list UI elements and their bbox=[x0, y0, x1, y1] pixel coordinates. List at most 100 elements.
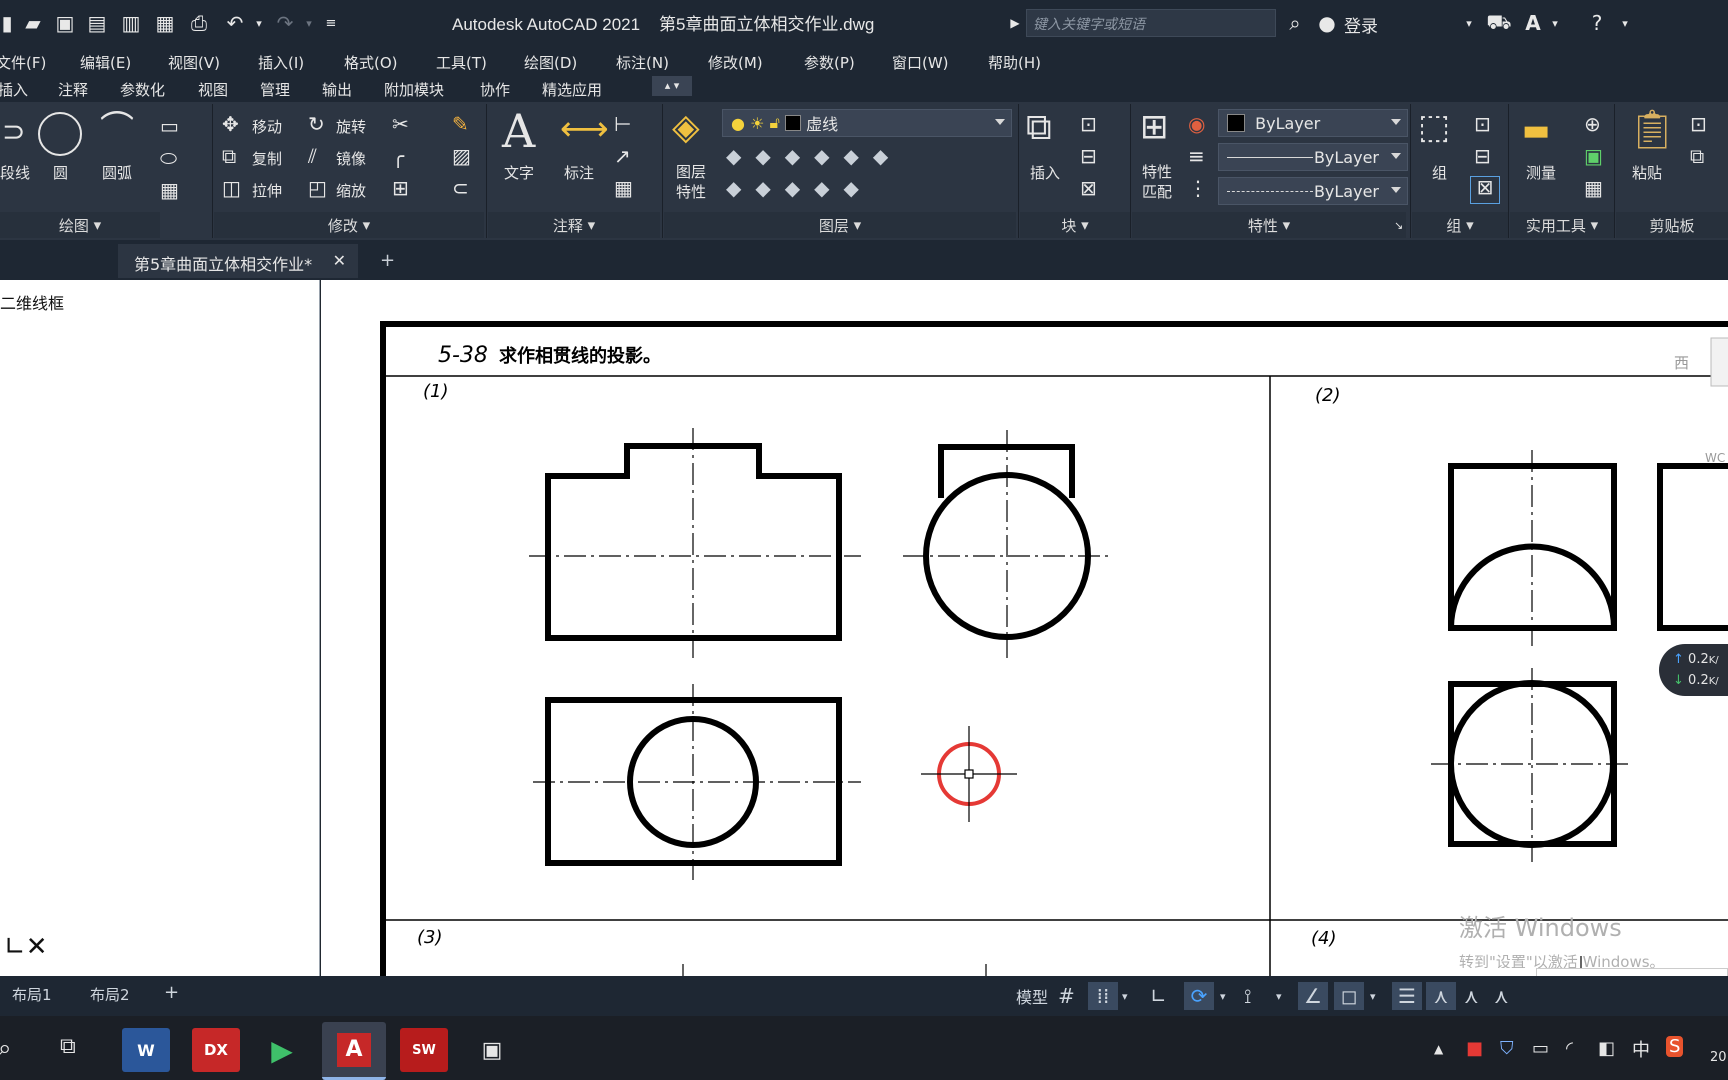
menu-help[interactable]: 帮助(H) bbox=[988, 52, 1041, 73]
isodraft-icon[interactable]: ⟟ bbox=[1244, 982, 1251, 1010]
viewcube-compass-label[interactable]: 西 bbox=[1674, 354, 1689, 372]
dimension-label[interactable]: 标注 bbox=[564, 162, 594, 183]
dimension-icon[interactable]: ⟷ bbox=[560, 112, 609, 146]
snap-icon[interactable]: ⁞⁞ bbox=[1088, 982, 1118, 1010]
help-icon[interactable]: ? bbox=[1582, 8, 1612, 38]
mirror-label[interactable]: 镜像 bbox=[336, 148, 366, 169]
stretch-label[interactable]: 拉伸 bbox=[252, 180, 282, 201]
tray-expand-icon[interactable]: ▲ bbox=[1434, 1042, 1443, 1056]
cart-icon[interactable]: ⛟ bbox=[1484, 8, 1514, 38]
tab-annotate[interactable]: 注释 bbox=[58, 79, 88, 100]
linetype-icon[interactable]: ⋮ bbox=[1188, 178, 1208, 198]
tab-output[interactable]: 输出 bbox=[322, 79, 352, 100]
arc-tool-icon[interactable]: ⌒ bbox=[100, 112, 134, 146]
text-tool-icon[interactable]: A bbox=[502, 108, 535, 154]
tab-insert[interactable]: 插入 bbox=[0, 79, 28, 100]
rotate-label[interactable]: 旋转 bbox=[336, 116, 366, 137]
tray-clock[interactable]: 20 bbox=[1710, 1050, 1727, 1065]
modify-panel-footer[interactable]: 修改 ▾ bbox=[214, 212, 484, 238]
object-snap-tracking-icon[interactable]: ∠ bbox=[1298, 982, 1328, 1010]
ribbon-minimize-button[interactable]: ▴ ▾ bbox=[652, 76, 692, 96]
lineweight-display-icon[interactable]: ☰ bbox=[1392, 982, 1422, 1010]
layer-dropdown[interactable]: ● ☀ 🔓︎ 虚线 bbox=[722, 109, 1012, 137]
menu-view[interactable]: 视图(V) bbox=[168, 52, 220, 73]
network-speed-widget[interactable]: ↑ 0.2K/ ↓ 0.2K/ bbox=[1659, 644, 1728, 696]
text-label[interactable]: 文字 bbox=[504, 162, 534, 183]
tab-parametric[interactable]: 参数化 bbox=[120, 79, 165, 100]
search-input[interactable]: 键入关键字或短语 bbox=[1026, 9, 1276, 37]
match-properties-icon[interactable]: ⊞ bbox=[1140, 110, 1169, 144]
customize-toolbar-icon[interactable]: ≡ bbox=[316, 8, 346, 38]
block-attribute-icon[interactable]: ⊠ bbox=[1080, 178, 1097, 198]
edit-block-icon[interactable]: ⊟ bbox=[1080, 146, 1097, 166]
export-icon[interactable]: ▥ bbox=[116, 8, 146, 38]
utilities-panel-footer[interactable]: 实用工具 ▾ bbox=[1510, 212, 1614, 238]
measure-label[interactable]: 测量 bbox=[1526, 162, 1556, 183]
color-wheel-icon[interactable]: ◉ bbox=[1188, 114, 1205, 134]
polyline-icon[interactable]: ⊃ bbox=[2, 118, 25, 146]
paste-label[interactable]: 粘贴 bbox=[1632, 162, 1662, 183]
calculator-icon[interactable]: ▦ bbox=[1584, 178, 1603, 198]
move-icon[interactable]: ✥ bbox=[222, 114, 239, 134]
viewport-style-label[interactable]: 二维线框 bbox=[0, 290, 64, 314]
task-view-icon[interactable]: ⧉ bbox=[60, 1034, 76, 1059]
tab-collaborate[interactable]: 协作 bbox=[480, 79, 510, 100]
move-label[interactable]: 移动 bbox=[252, 116, 282, 137]
autocad-taskbar-button[interactable]: A bbox=[322, 1022, 386, 1080]
annotation-panel-footer[interactable]: 注释 ▾ bbox=[488, 212, 660, 238]
rectangle-icon[interactable]: ▭ bbox=[160, 116, 179, 136]
lineweight-icon[interactable]: ≡ bbox=[1188, 146, 1205, 166]
layout-tab-2[interactable]: 布局2 bbox=[90, 984, 130, 1005]
rotate-icon[interactable]: ↻ bbox=[308, 114, 325, 134]
close-tab-icon[interactable]: ✕ bbox=[333, 251, 346, 270]
tray-sogou-icon[interactable]: S bbox=[1666, 1036, 1684, 1057]
viewcube[interactable] bbox=[1710, 337, 1728, 387]
isodraft-dropdown-icon[interactable]: ▾ bbox=[1276, 982, 1282, 1010]
copy-icon[interactable]: ⧉ bbox=[222, 146, 236, 166]
insert-block-icon[interactable]: ⧉ bbox=[1026, 110, 1052, 146]
groups-panel-footer[interactable]: 组 ▾ bbox=[1412, 212, 1508, 238]
search-icon[interactable]: ⌕ bbox=[1280, 8, 1310, 38]
array-icon[interactable]: ⊞ bbox=[392, 178, 409, 198]
draw-panel-footer[interactable]: 绘图 ▾ bbox=[0, 212, 160, 238]
tab-view[interactable]: 视图 bbox=[198, 79, 228, 100]
tray-ime-indicator[interactable]: 中 bbox=[1632, 1036, 1650, 1062]
color-dropdown[interactable]: ByLayer bbox=[1218, 109, 1408, 137]
solidworks-app-icon[interactable]: SW bbox=[400, 1028, 448, 1072]
model-space-button[interactable]: 模型 bbox=[1016, 982, 1048, 1010]
block-panel-footer[interactable]: 块 ▾ bbox=[1020, 212, 1130, 238]
wcs-label[interactable]: WC bbox=[1705, 451, 1725, 465]
menu-format[interactable]: 格式(O) bbox=[344, 52, 398, 73]
ortho-icon[interactable]: ∟ bbox=[1150, 982, 1167, 1010]
drawing-canvas[interactable]: 5-38 求作相贯线的投影。 (1) (2) (3) (4) 西 WC 激活 W… bbox=[321, 280, 1728, 976]
trim-icon[interactable]: ✂ bbox=[392, 114, 409, 134]
save-icon[interactable]: ▣ bbox=[50, 8, 80, 38]
layer-tools-row2[interactable]: ◆◆◆◆◆ bbox=[726, 178, 873, 198]
tab-featured-apps[interactable]: 精选应用 bbox=[542, 79, 602, 100]
tray-battery-icon[interactable]: ▭ bbox=[1532, 1038, 1549, 1059]
menu-dimension[interactable]: 标注(N) bbox=[616, 52, 669, 73]
tray-volume-icon[interactable]: ◧ bbox=[1598, 1038, 1615, 1059]
scale-label[interactable]: 缩放 bbox=[336, 180, 366, 201]
layout-tab-1[interactable]: 布局1 bbox=[12, 984, 52, 1005]
table-icon[interactable]: ▦ bbox=[614, 178, 633, 198]
menu-window[interactable]: 窗口(W) bbox=[892, 52, 949, 73]
media-player-icon[interactable]: ▶ bbox=[258, 1028, 306, 1072]
layer-properties-label[interactable]: 图层 特性 bbox=[676, 162, 706, 202]
paste-icon[interactable]: 📋︎ bbox=[1628, 110, 1676, 148]
group-select-icon[interactable]: ⊠ bbox=[1470, 176, 1500, 204]
annotation-scale-icon[interactable]: ⋏ bbox=[1464, 982, 1479, 1010]
scale-icon[interactable]: ◰ bbox=[308, 178, 327, 198]
copy-clip-icon[interactable]: ⧉ bbox=[1690, 146, 1704, 166]
word-app-icon[interactable]: W bbox=[122, 1028, 170, 1072]
arc-label[interactable]: 圆弧 bbox=[102, 162, 132, 183]
menu-draw[interactable]: 绘图(D) bbox=[524, 52, 577, 73]
object-snap-dropdown-icon[interactable]: ▾ bbox=[1370, 982, 1376, 1010]
camera-app-icon[interactable]: ▣ bbox=[468, 1028, 516, 1072]
tray-shield-icon[interactable]: ⛉ bbox=[1500, 1038, 1514, 1059]
offset-icon[interactable]: ⊂ bbox=[452, 178, 469, 198]
save-as-icon[interactable]: ▤ bbox=[82, 8, 112, 38]
tab-manage[interactable]: 管理 bbox=[260, 79, 290, 100]
group-icon[interactable]: ⬚ bbox=[1418, 110, 1450, 144]
menu-tools[interactable]: 工具(T) bbox=[436, 52, 487, 73]
